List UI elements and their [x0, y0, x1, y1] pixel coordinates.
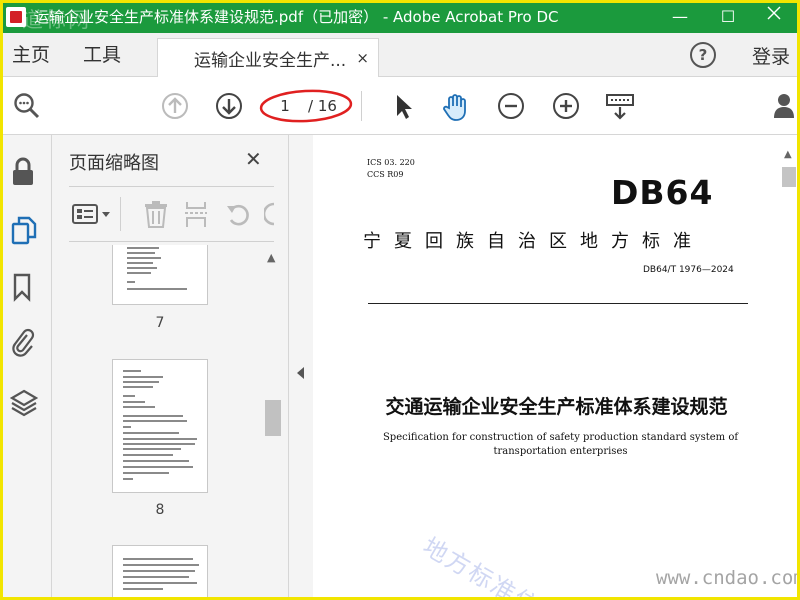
document-en-title: Specification for construction of safety…: [382, 432, 739, 457]
thumbnail-page-8[interactable]: [112, 359, 208, 493]
page-thumbnails-panel: 页面缩略图 ✕ 7 8 ▲: [52, 135, 289, 600]
search-zoom-icon[interactable]: [12, 91, 42, 121]
thumbnail-page-7[interactable]: [112, 245, 208, 305]
delete-page-icon[interactable]: [143, 199, 169, 229]
document-viewer[interactable]: ICS 03. 220 CCS R09 DB64 宁夏回族自治区地方标准 DB6…: [313, 135, 800, 600]
thumbnails-scroll-thumb[interactable]: [265, 400, 281, 436]
close-tab-icon[interactable]: ×: [356, 49, 369, 67]
diagonal-watermark: 地方标准信: [418, 532, 545, 600]
page-indicator[interactable]: 1 / 16: [268, 93, 350, 121]
viewer-scroll-up-icon[interactable]: ▲: [784, 149, 792, 160]
main-toolbar: 1 / 16: [0, 77, 800, 135]
title-bar: 运输企业安全生产标准体系建设规范.pdf（已加密） - Adobe Acroba…: [0, 0, 800, 33]
document-cn-title: 交通运输企业安全生产标准体系建设规范: [385, 396, 728, 418]
tools-menu[interactable]: 工具: [83, 33, 121, 77]
viewer-scroll-thumb[interactable]: [782, 167, 796, 187]
close-panel-icon[interactable]: ✕: [245, 147, 262, 171]
zoom-out-icon[interactable]: [496, 91, 526, 121]
panel-collapse-strip[interactable]: [289, 135, 313, 600]
url-watermark: www.cndao.com: [656, 567, 800, 589]
left-tool-rail: [0, 135, 52, 600]
standard-number: DB64/T 1976—2024: [643, 265, 734, 275]
thumbnails-title: 页面缩略图: [69, 153, 159, 174]
thumbnail-page-number: 8: [155, 502, 165, 518]
home-menu[interactable]: 主页: [12, 33, 50, 77]
thumbnail-page-9[interactable]: [112, 545, 208, 600]
page-total: / 16: [308, 97, 337, 115]
bookmark-icon[interactable]: [10, 272, 34, 302]
minimize-button[interactable]: —: [656, 0, 704, 33]
thumbnail-options-icon[interactable]: [72, 201, 114, 229]
rotate-left-icon[interactable]: [225, 200, 253, 228]
title-rule: [368, 303, 748, 304]
page-down-icon[interactable]: [214, 91, 244, 121]
scroll-up-icon[interactable]: ▲: [267, 251, 275, 264]
zoom-in-icon[interactable]: [551, 91, 581, 121]
hand-icon[interactable]: [440, 91, 472, 123]
rotate-right-icon[interactable]: [264, 200, 276, 228]
tools-divider: [120, 197, 121, 231]
select-arrow-icon[interactable]: [388, 91, 418, 121]
thumbnails-toolbar: [69, 186, 276, 242]
ics-code: ICS 03. 220 CCS R09: [367, 157, 415, 181]
close-window-icon[interactable]: [767, 6, 781, 20]
pages-icon[interactable]: [10, 215, 38, 245]
extract-pages-icon[interactable]: [183, 199, 209, 229]
ccs-line: CCS R09: [367, 170, 404, 179]
attachment-icon[interactable]: [10, 327, 36, 357]
window-title: 运输企业安全生产标准体系建设规范.pdf（已加密） - Adobe Acroba…: [34, 8, 559, 26]
help-icon[interactable]: ?: [690, 42, 716, 68]
keyboard-scroll-icon[interactable]: [604, 91, 636, 123]
collapse-panel-icon[interactable]: [297, 367, 304, 379]
share-user-icon[interactable]: [772, 91, 800, 121]
page-number-input[interactable]: 1: [268, 97, 302, 115]
document-tab-label: 运输企业安全生产...: [194, 50, 347, 71]
toolbar-divider: [361, 91, 362, 121]
thumbnail-page-number: 7: [155, 315, 165, 331]
layers-icon[interactable]: [10, 388, 38, 418]
lock-icon[interactable]: [10, 157, 36, 187]
document-tab[interactable]: 运输企业安全生产... ×: [157, 38, 379, 77]
standard-logo: DB64: [611, 173, 714, 212]
standard-issuer-title: 宁夏回族自治区地方标准: [363, 231, 704, 252]
maximize-button[interactable]: ☐: [704, 0, 752, 33]
acrobat-app-icon: [6, 6, 26, 27]
ics-line: ICS 03. 220: [367, 158, 415, 167]
page-up-icon[interactable]: [160, 91, 190, 121]
menu-tab-row: 主页 工具 运输企业安全生产... × ? 登录: [0, 33, 800, 77]
login-button[interactable]: 登录: [752, 33, 790, 77]
